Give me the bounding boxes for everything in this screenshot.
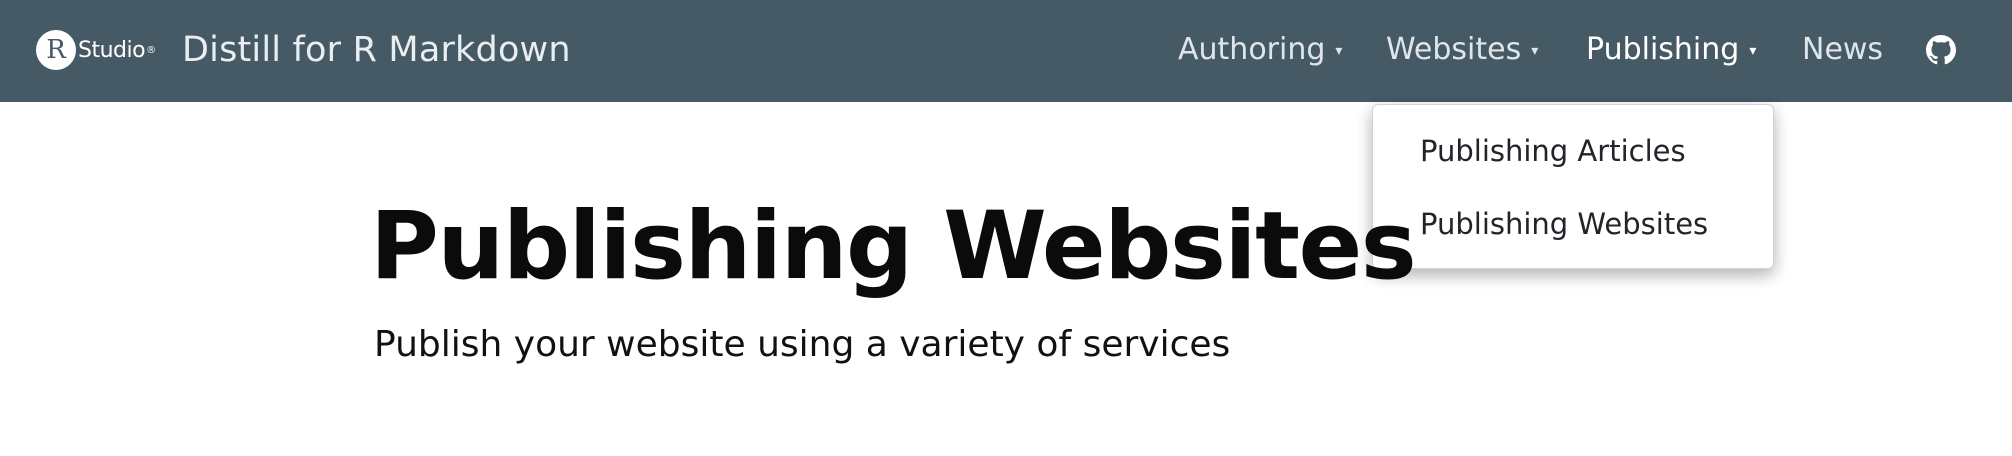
nav-websites-label: Websites xyxy=(1386,32,1522,67)
top-navbar: R Studio ® Distill for R Markdown Author… xyxy=(0,0,2012,102)
page-subtitle: Publish your website using a variety of … xyxy=(374,324,1231,365)
dropdown-item-publishing-websites[interactable]: Publishing Websites xyxy=(1420,204,1708,244)
dropdown-item-publishing-articles[interactable]: Publishing Articles xyxy=(1420,131,1686,171)
publishing-dropdown-menu: Publishing Articles Publishing Websites xyxy=(1372,104,1774,269)
nav-publishing[interactable]: Publishing ▾ xyxy=(1586,0,1756,100)
nav-news-label: News xyxy=(1802,32,1884,67)
nav-news[interactable]: News xyxy=(1802,0,1883,100)
nav-publishing-label: Publishing xyxy=(1586,32,1740,67)
nav-websites[interactable]: Websites ▾ xyxy=(1386,0,1538,100)
chevron-down-icon: ▾ xyxy=(1335,43,1343,59)
main-nav: Authoring ▾ Websites ▾ Publishing ▾ News xyxy=(0,0,2012,100)
chevron-down-icon: ▾ xyxy=(1531,43,1539,59)
nav-authoring-label: Authoring xyxy=(1178,32,1326,67)
chevron-down-icon: ▾ xyxy=(1749,43,1757,59)
github-icon[interactable] xyxy=(1926,35,1956,65)
nav-authoring[interactable]: Authoring ▾ xyxy=(1178,0,1342,100)
page-title: Publishing Websites xyxy=(370,192,1417,301)
